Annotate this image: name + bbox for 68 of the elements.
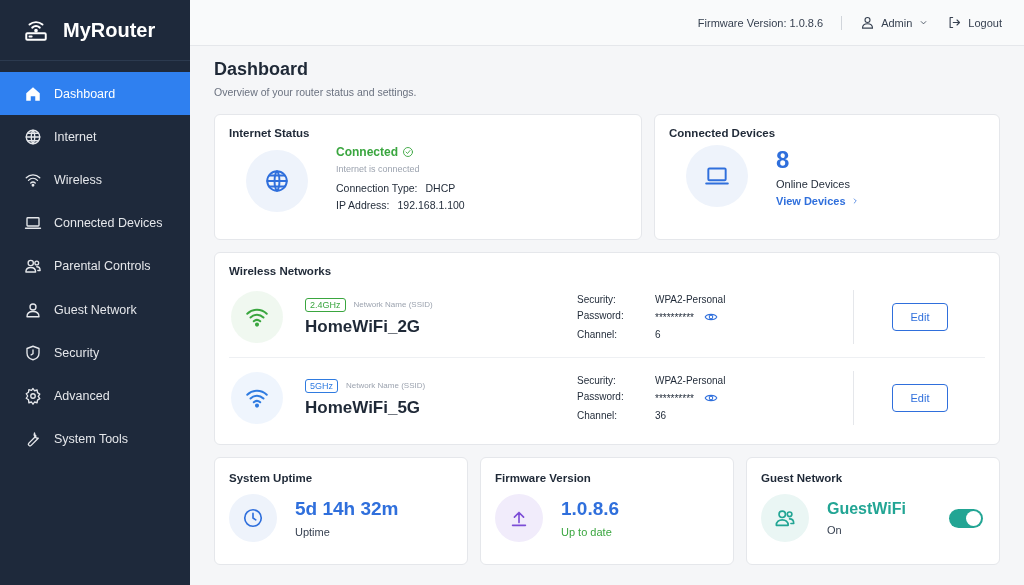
field-label: Security:: [577, 375, 617, 386]
field-label: Password:: [577, 391, 625, 404]
stat-label: On: [827, 524, 843, 536]
nav-item[interactable]: Connected Devices: [0, 201, 190, 245]
card-title: Guest Network: [761, 472, 844, 484]
edit-button[interactable]: Edit: [892, 303, 948, 331]
ssid-name: HomeWiFi_2G: [305, 316, 422, 337]
stat-label: Up to date: [561, 526, 613, 538]
view-devices-link[interactable]: View Devices: [776, 194, 860, 207]
gear-icon: [24, 386, 42, 405]
status-text: Connected: [336, 145, 398, 159]
users-icon: [24, 257, 42, 276]
field-label: Channel:: [577, 329, 619, 340]
user-icon: [24, 300, 42, 319]
user-menu[interactable]: Admin: [860, 15, 930, 30]
field-label: Connection Type:: [336, 182, 418, 194]
shield-icon: [24, 343, 42, 362]
device-count: 8: [776, 145, 791, 174]
field-label: IP Address:: [336, 199, 390, 211]
page-title: Dashboard: [214, 59, 310, 80]
ssid-label: Network Name (SSID): [353, 300, 433, 309]
clock-icon: [242, 507, 264, 529]
stat-label: Uptime: [295, 526, 331, 538]
page-subtitle: Overview of your router status and settings.: [214, 86, 418, 98]
globe-icon: [24, 127, 42, 146]
edit-button[interactable]: Edit: [892, 384, 948, 412]
nav-item[interactable]: Internet: [0, 115, 190, 159]
logout-link[interactable]: Logout: [947, 15, 1002, 30]
field-value: WPA2-Personal: [655, 375, 726, 386]
field-value: 6: [655, 329, 661, 340]
nav-item[interactable]: Guest Network: [0, 287, 190, 332]
field-value: WPA2-Personal: [655, 294, 726, 305]
stat-value: 1.0.8.6: [561, 498, 621, 520]
stat-value: 5d 14h 32m: [295, 498, 400, 520]
nav-item[interactable]: System Tools: [0, 417, 190, 461]
check-circle-icon: [402, 146, 414, 158]
user-icon: [860, 15, 876, 30]
stat-value: GuestWiFi: [827, 500, 907, 518]
status-detail: Internet is connected: [336, 164, 421, 174]
field-value: 36: [655, 410, 667, 421]
brand-name: MyRouter: [63, 18, 156, 42]
nav-item[interactable]: Dashboard: [0, 72, 190, 116]
card-title: Connected Devices: [669, 127, 777, 139]
nav-item[interactable]: Advanced: [0, 374, 190, 418]
field-label: Password:: [577, 310, 625, 323]
globe-icon: [264, 167, 290, 194]
band-tag: 5GHz: [305, 378, 338, 393]
field-label: Security:: [577, 294, 617, 305]
users-icon: [774, 507, 796, 529]
nav-item[interactable]: Security: [0, 331, 190, 375]
field-value: DHCP: [425, 182, 456, 194]
field-label: Channel:: [577, 410, 619, 421]
nav-item[interactable]: Wireless: [0, 158, 190, 202]
field-value: **********: [655, 311, 694, 323]
nav-item[interactable]: Parental Controls: [0, 244, 190, 288]
ssid-name: HomeWiFi_5G: [305, 397, 422, 418]
card-title: System Uptime: [229, 472, 314, 484]
logout-icon: [947, 15, 963, 30]
firmware-version: Firmware Version: 1.0.8.6: [697, 16, 824, 29]
card-title: Internet Status: [229, 127, 311, 139]
field-value: **********: [655, 392, 694, 404]
band-tag: 2.4GHz: [305, 297, 346, 312]
card-title: Firmware Version: [495, 472, 592, 484]
card-title: Wireless Networks: [229, 265, 333, 277]
device-label: Online Devices: [776, 177, 851, 190]
field-value: 192.168.1.100: [397, 199, 465, 211]
ssid-label: Network Name (SSID): [346, 381, 426, 390]
toggle-switch[interactable]: [949, 508, 983, 528]
